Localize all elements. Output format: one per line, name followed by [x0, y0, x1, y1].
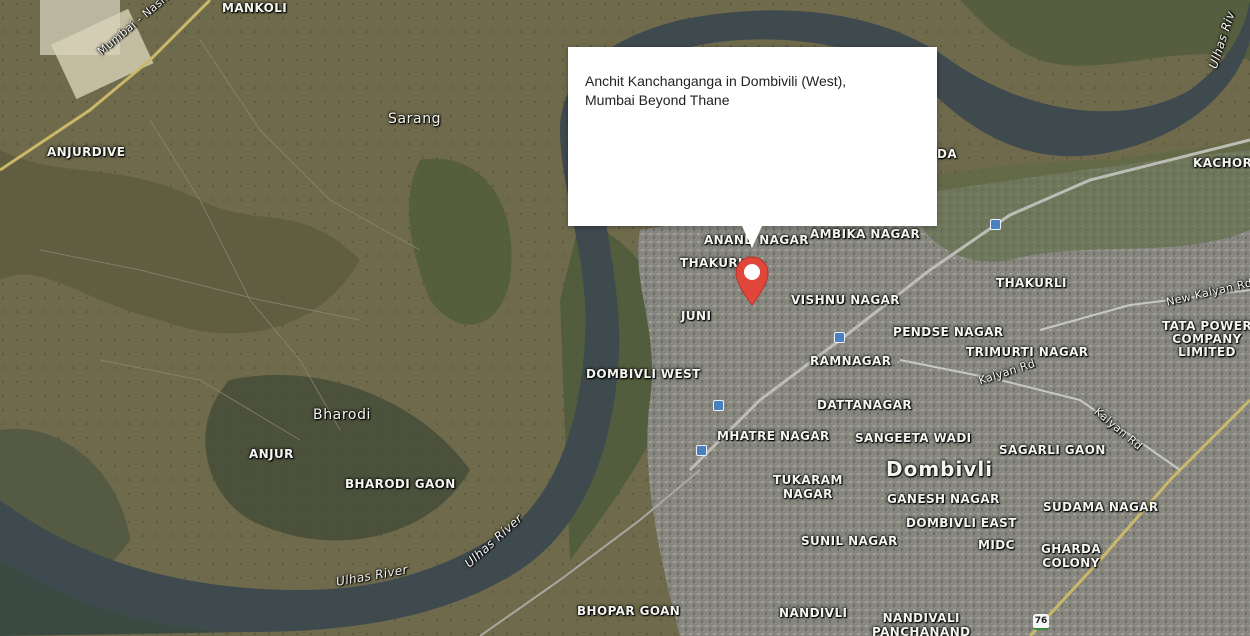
place-label-sangeeta-wadi: SANGEETA WADI — [855, 431, 972, 445]
place-label-fragment: DA — [937, 147, 958, 161]
place-label-juni: JUNI — [681, 309, 712, 323]
place-label-thakurli: THAKURLI — [996, 276, 1067, 290]
info-window-title-line2: Mumbai Beyond Thane — [585, 92, 730, 108]
place-label-bharodi-gaon: BHARODI GAON — [345, 477, 456, 491]
place-label-dombivli-west: DOMBIVLI WEST — [586, 367, 701, 381]
satellite-map[interactable]: MANKOLI Sarang ANJURDIVE Bharodi ANJUR B… — [0, 0, 1250, 636]
place-label-dombivli: Dombivli — [886, 457, 994, 481]
place-label-ramnagar: RAMNAGAR — [810, 354, 892, 368]
place-label-ambika-nagar: AMBIKA NAGAR — [810, 227, 921, 241]
transit-icon[interactable] — [696, 445, 707, 456]
place-label-midc: MIDC — [978, 538, 1015, 552]
place-label-vishnu-nagar: VISHNU NAGAR — [791, 293, 900, 307]
place-label-sudama-nagar: SUDAMA NAGAR — [1043, 500, 1159, 514]
place-label-sunil-nagar: SUNIL NAGAR — [801, 534, 898, 548]
place-label-mankoli: MANKOLI — [222, 1, 288, 15]
place-label-nandivali-panchanand: NANDIVALI PANCHANAND — [872, 611, 971, 636]
place-label-gharda-colony: GHARDA COLONY — [1041, 542, 1102, 570]
place-label-bharodi: Bharodi — [313, 407, 372, 423]
info-window-pointer — [742, 226, 762, 248]
info-window-text: Anchit Kanchanganga in Dombivili (West),… — [585, 72, 905, 110]
place-label-anjur: ANJUR — [249, 447, 294, 461]
place-label-ganesh-nagar: GANESH NAGAR — [887, 492, 1000, 506]
place-label-dattanagar: DATTANAGAR — [817, 398, 913, 412]
transit-icon[interactable] — [834, 332, 845, 343]
place-label-nandivli: NANDIVLI — [779, 606, 848, 620]
place-label-sarang: Sarang — [388, 111, 442, 127]
place-label-anjurdive: ANJURDIVE — [47, 145, 126, 159]
place-label-pendse-nagar: PENDSE NAGAR — [893, 325, 1004, 339]
place-label-tukaram-nagar: TUKARAM NAGAR — [773, 473, 843, 501]
info-window: Anchit Kanchanganga in Dombivili (West),… — [568, 47, 937, 248]
place-label-mhatre-nagar: MHATRE NAGAR — [717, 429, 830, 443]
info-window-title-line1: Anchit Kanchanganga in Dombivili (West), — [585, 73, 847, 89]
place-label-tata-power: TATA POWER COMPANY LIMITED — [1162, 319, 1250, 359]
place-label-sagarli-gaon: SAGARLI GAON — [999, 443, 1106, 457]
highway-shield: 76 — [1033, 614, 1049, 630]
place-label-bhopar-goan: BHOPAR GOAN — [577, 604, 681, 618]
transit-icon[interactable] — [990, 219, 1001, 230]
place-label-kachore: KACHOR — [1193, 156, 1250, 170]
map-pin-icon[interactable] — [735, 256, 769, 306]
place-label-dombivli-east: DOMBIVLI EAST — [906, 516, 1017, 530]
transit-icon[interactable] — [713, 400, 724, 411]
place-label-trimurti-nagar: TRIMURTI NAGAR — [966, 345, 1089, 359]
